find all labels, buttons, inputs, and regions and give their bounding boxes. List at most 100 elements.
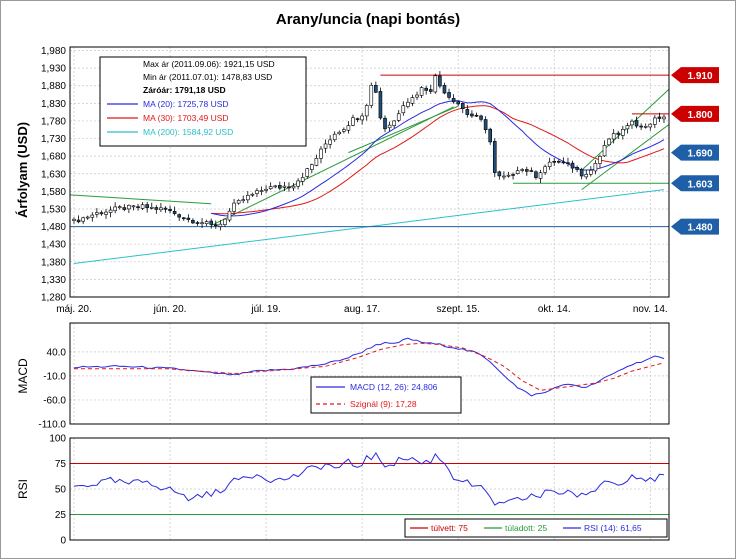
candle-body xyxy=(117,206,122,208)
rsi-y-tick-label: 50 xyxy=(55,485,67,496)
candle-body xyxy=(643,126,648,128)
candle-body xyxy=(579,169,584,177)
candle-body xyxy=(534,171,538,178)
candle xyxy=(369,82,374,109)
rsi-legend-text: RSI (14): 61,65 xyxy=(584,523,642,533)
candle-body xyxy=(360,115,364,121)
price-tag: 1.910 xyxy=(671,67,719,84)
price-y-tick-label: 1,330 xyxy=(41,275,66,286)
candle-body xyxy=(502,175,506,178)
chart-title: Arany/uncia (napi bontás) xyxy=(276,11,460,28)
price-x-tick-label: júl. 19. xyxy=(250,304,280,315)
candle-body xyxy=(346,125,351,131)
overbought-legend-text: túlvett: 75 xyxy=(431,523,468,533)
candle-body xyxy=(268,186,273,190)
candle-body xyxy=(90,214,95,218)
price-x-tick-label: szept. 15. xyxy=(437,304,480,315)
candle-body xyxy=(662,116,666,120)
candle-body xyxy=(451,98,456,103)
candle-body xyxy=(442,85,447,94)
price-y-tick-label: 1,730 xyxy=(41,134,66,145)
candle-body xyxy=(127,204,131,210)
candle-body xyxy=(108,209,113,213)
price-tag-label: 1.603 xyxy=(687,179,712,190)
price-axis-title: Árfolyam (USD) xyxy=(15,122,30,218)
candle-body xyxy=(639,125,643,128)
candle-body xyxy=(547,161,552,167)
candle-body xyxy=(95,212,99,215)
legend-ma20: MA (20): 1725,78 USD xyxy=(143,99,229,109)
chart-frame: Arany/uncia (napi bontás) Árfolyam (USD)… xyxy=(0,0,736,559)
candle-body xyxy=(557,160,561,163)
candle-body xyxy=(204,221,209,225)
price-tag: 1.480 xyxy=(671,218,719,235)
candle-body xyxy=(634,120,639,127)
candle-body xyxy=(410,97,415,104)
candle-body xyxy=(374,85,378,93)
candle-body xyxy=(186,217,191,220)
candle-body xyxy=(113,206,117,212)
rsi-y-tick-label: 75 xyxy=(55,459,67,470)
candle-body xyxy=(474,114,479,117)
candle-body xyxy=(538,172,543,179)
legend-max: Max ár (2011.09.06): 1921,15 USD xyxy=(143,59,275,69)
macd-legend-text: MACD (12, 26): 24,806 xyxy=(350,382,438,392)
candle-body xyxy=(355,118,360,120)
candle-body xyxy=(621,129,625,136)
candle-body xyxy=(575,166,579,170)
candle-body xyxy=(136,206,140,209)
candle-body xyxy=(447,92,451,98)
candle-body xyxy=(438,75,442,87)
price-y-tick-label: 1,430 xyxy=(41,240,66,251)
price-tag-label: 1.800 xyxy=(687,110,712,121)
candle-body xyxy=(492,141,497,173)
macd-legend: MACD (12, 26): 24,806 Szignál (9): 17,28 xyxy=(310,376,462,414)
candle-body xyxy=(465,109,470,115)
candle-body xyxy=(319,148,323,159)
candle-body xyxy=(589,169,593,175)
candle-body xyxy=(236,200,241,204)
rsi-axis-title: RSI xyxy=(16,479,30,499)
candle-body xyxy=(415,94,419,98)
candle-body xyxy=(149,206,154,209)
candle-body xyxy=(552,161,557,163)
signal-legend-text: Szignál (9): 17,28 xyxy=(350,399,417,409)
candle-body xyxy=(561,161,566,164)
price-x-tick-label: jún. 20. xyxy=(153,304,187,315)
candle-body xyxy=(291,185,296,189)
price-y-ticks: 1,980 1,930 1,880 1,830 1,780 1,730 1,680 1,630… xyxy=(41,46,66,303)
candle-body xyxy=(72,218,76,221)
candle-body xyxy=(433,75,438,93)
candle xyxy=(492,138,497,178)
candle-body xyxy=(99,212,104,215)
candle-body xyxy=(163,207,168,210)
candle-body xyxy=(387,124,392,129)
candle-body xyxy=(570,162,575,169)
candle xyxy=(433,73,438,94)
candle-body xyxy=(337,131,342,135)
legend-close: Záróár: 1791,18 USD xyxy=(143,85,226,95)
candle-body xyxy=(602,144,607,157)
candle-body xyxy=(296,180,300,187)
candle-body xyxy=(168,209,172,211)
price-tag-label: 1.910 xyxy=(687,71,712,82)
candle-body xyxy=(543,166,547,173)
candle-body xyxy=(227,210,232,221)
candle-body xyxy=(520,169,525,171)
candle-body xyxy=(104,211,108,215)
price-y-tick-label: 1,480 xyxy=(41,222,66,233)
legend-min: Min ár (2011.07.01): 1478,83 USD xyxy=(143,72,272,82)
candle-body xyxy=(140,204,145,209)
candle-body xyxy=(483,119,488,131)
candle-body xyxy=(506,174,511,177)
macd-y-tick-label: -110.0 xyxy=(38,420,66,431)
candle-body xyxy=(653,117,657,125)
rsi-legend: túlvett: 75 túladott: 25 RSI (14): 61,65 xyxy=(404,518,668,538)
price-tag: 1.603 xyxy=(671,175,719,192)
macd-axis-title: MACD xyxy=(16,358,30,394)
candle-body xyxy=(232,202,236,212)
candle-body xyxy=(223,218,227,225)
candle-body xyxy=(364,105,369,117)
candle-body xyxy=(515,170,520,175)
candle-body xyxy=(195,222,200,224)
